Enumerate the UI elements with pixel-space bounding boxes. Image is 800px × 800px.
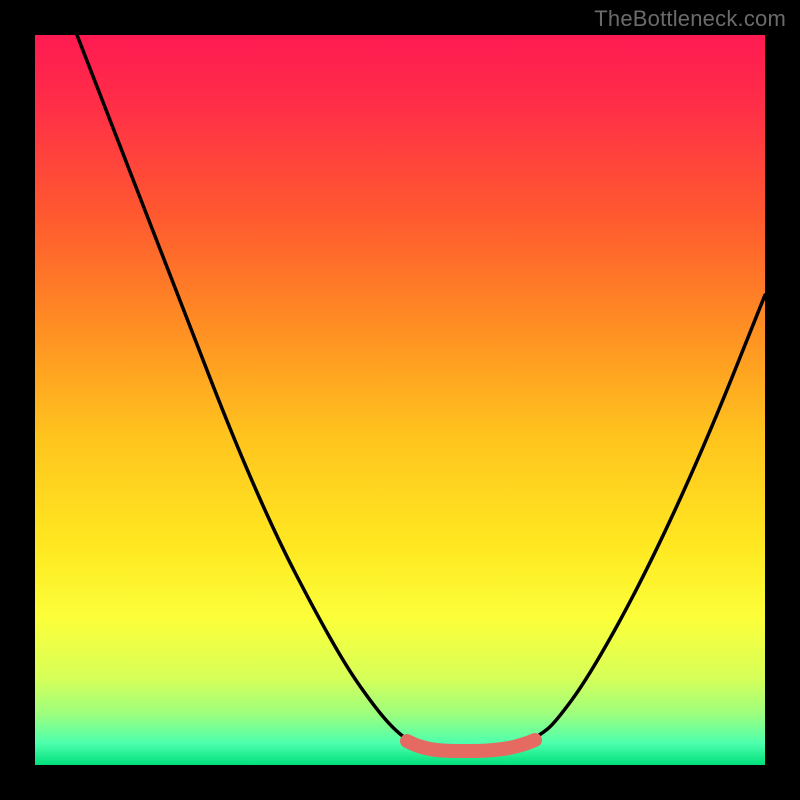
chart-stage: TheBottleneck.com [0,0,800,800]
bottleneck-curve [77,35,765,751]
watermark-label: TheBottleneck.com [594,6,786,32]
curve-layer [35,35,765,765]
highlight-floor [407,740,535,751]
plot-area [35,35,765,765]
